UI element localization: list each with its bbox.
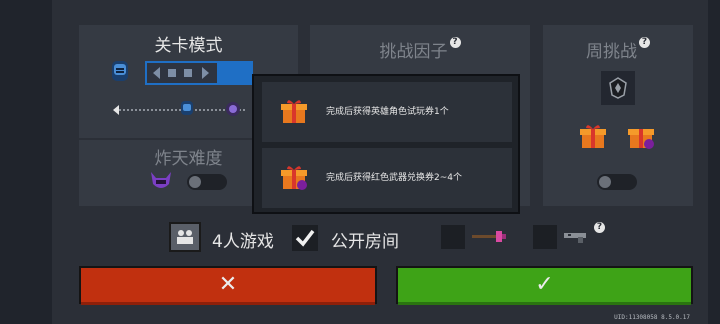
right-edge: [708, 0, 720, 324]
left-edge: [0, 0, 52, 324]
player-marker-icon: [181, 101, 193, 115]
weapon-option-checkbox[interactable]: [441, 225, 465, 249]
level-dot-icon: [168, 69, 176, 77]
players-icon: [177, 230, 193, 244]
confirm-button[interactable]: ✓: [396, 266, 693, 305]
reward-text: 完成后获得英雄角色试玩券1个: [326, 107, 449, 117]
level-selector[interactable]: [145, 61, 253, 85]
uid-version-label: UID:11308058 8.5.0.17: [614, 314, 690, 321]
level-mode-title: 关卡模式: [154, 36, 223, 56]
hard-mode-toggle[interactable]: [187, 174, 227, 190]
start-arrow-icon: [113, 105, 119, 115]
level-dot-icon: [184, 69, 192, 77]
weekly-challenge-toggle[interactable]: [597, 174, 637, 190]
demon-helmet-icon: [151, 172, 171, 188]
players-button[interactable]: [169, 222, 201, 252]
reward-text: 完成后获得红色武器兑换券2~4个: [326, 173, 462, 183]
gift-box-icon: [281, 100, 307, 123]
rewards-popup: 完成后获得英雄角色试玩券1个 完成后获得红色武器兑换券2~4个: [252, 74, 520, 214]
arrow-right-icon[interactable]: [202, 67, 209, 79]
public-room-checkbox[interactable]: [292, 225, 318, 251]
reward-row: 完成后获得红色武器兑换券2~4个: [262, 148, 512, 208]
gift-box-badge-icon: [628, 129, 654, 149]
help-icon[interactable]: ?: [639, 37, 650, 48]
public-room-label: 公开房间: [331, 232, 399, 252]
dark-crest-icon: [609, 77, 627, 99]
arrow-left-icon[interactable]: [153, 67, 160, 79]
boss-marker-icon: [226, 102, 240, 116]
weekly-challenge-panel: 周挑战?: [543, 25, 693, 206]
gun-weapon-icon: [564, 233, 586, 243]
level-selector-track: [147, 63, 217, 83]
check-icon: ✓: [535, 272, 554, 297]
reward-row: 完成后获得英雄角色试玩券1个: [262, 82, 512, 142]
cancel-button[interactable]: ✕: [79, 266, 377, 305]
knight-helmet-icon: [112, 61, 128, 81]
help-icon[interactable]: ?: [594, 222, 605, 233]
challenge-factors-title: 挑战因子?: [310, 37, 530, 62]
check-icon: [295, 229, 315, 247]
weekly-challenge-title: 周挑战?: [543, 37, 693, 62]
gift-box-badge-icon: [281, 166, 307, 190]
weekly-challenge-slot[interactable]: [601, 71, 635, 105]
close-icon: ✕: [218, 272, 238, 297]
help-icon[interactable]: ?: [449, 37, 461, 48]
staff-weapon-icon: [472, 231, 506, 242]
gift-box-icon: [580, 125, 606, 148]
players-label: 4人游戏: [212, 232, 274, 252]
gun-option-checkbox[interactable]: [533, 225, 557, 249]
